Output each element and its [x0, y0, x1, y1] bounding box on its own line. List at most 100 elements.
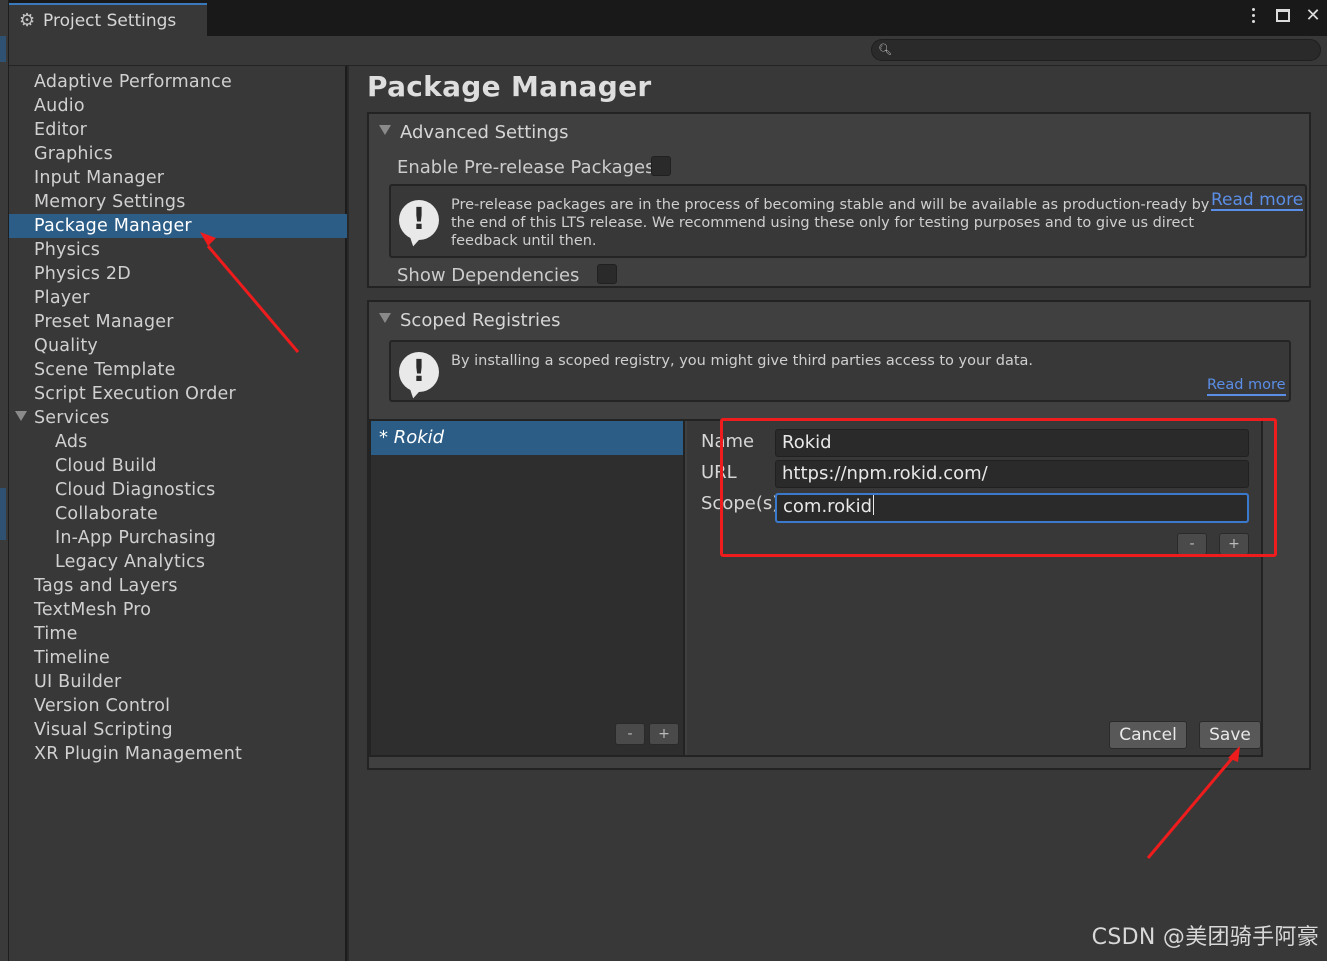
sidebar-item-editor[interactable]: Editor: [9, 118, 347, 142]
sidebar-item-label: Cloud Diagnostics: [55, 480, 216, 500]
sidebar-item-textmesh-pro[interactable]: TextMesh Pro: [9, 598, 347, 622]
url-label: URL: [701, 462, 737, 483]
sidebar-item-label: Timeline: [34, 648, 111, 668]
page-title: Package Manager: [367, 70, 652, 103]
sidebar-item-label: Editor: [34, 120, 87, 140]
prerelease-label: Enable Pre-release Packages: [397, 157, 655, 178]
sidebar-item-visual-scripting[interactable]: Visual Scripting: [9, 718, 347, 742]
project-settings-tab[interactable]: ⚙ Project Settings: [9, 3, 207, 36]
read-more-link[interactable]: Read more: [1211, 191, 1304, 211]
text-caret: [873, 495, 875, 515]
warning-icon: !: [399, 352, 439, 392]
sidebar-item-input-manager[interactable]: Input Manager: [9, 166, 347, 190]
sidebar-item-player[interactable]: Player: [9, 286, 347, 310]
show-dependencies-checkbox[interactable]: [597, 264, 617, 284]
add-registry-button[interactable]: +: [649, 723, 679, 745]
sidebar-item-label: Collaborate: [55, 504, 158, 524]
foldout-arrow-icon[interactable]: [15, 411, 27, 421]
sidebar-item-quality[interactable]: Quality: [9, 334, 347, 358]
title-bar: ⚙ Project Settings ✕: [9, 0, 1327, 36]
sidebar-item-physics[interactable]: Physics: [9, 238, 347, 262]
sidebar-item-legacy-analytics[interactable]: Legacy Analytics: [9, 550, 347, 574]
remove-registry-button[interactable]: -: [615, 723, 645, 745]
sidebar-item-label: Input Manager: [34, 168, 165, 188]
sidebar-item-in-app-purchasing[interactable]: In-App Purchasing: [9, 526, 347, 550]
sidebar-item-graphics[interactable]: Graphics: [9, 142, 347, 166]
sidebar-item-label: In-App Purchasing: [55, 528, 217, 548]
advanced-settings-panel: Advanced Settings Enable Pre-release Pac…: [367, 112, 1311, 288]
sidebar-item-label: Quality: [34, 336, 98, 356]
sidebar-item-cloud-build[interactable]: Cloud Build: [9, 454, 347, 478]
sidebar-item-package-manager[interactable]: Package Manager: [9, 214, 347, 238]
sidebar-item-physics-2d[interactable]: Physics 2D: [9, 262, 347, 286]
registry-details: Name Rokid URL https://npm.rokid.com/ Sc…: [687, 421, 1261, 755]
sidebar-item-label: Services: [34, 408, 110, 428]
watermark: CSDN @美团骑手阿豪: [1091, 925, 1319, 950]
sidebar-item-label: Cloud Build: [55, 456, 157, 476]
close-icon[interactable]: ✕: [1305, 5, 1321, 26]
save-button[interactable]: Save: [1199, 721, 1261, 749]
background-window-edge: [0, 0, 9, 961]
name-field[interactable]: Rokid: [775, 429, 1249, 457]
sidebar-item-timeline[interactable]: Timeline: [9, 646, 347, 670]
scope-field[interactable]: com.rokid: [775, 493, 1249, 523]
sidebar-item-label: Adaptive Performance: [34, 72, 232, 92]
settings-sidebar: Adaptive Performance Audio Editor Graphics I…: [9, 66, 347, 961]
advanced-settings-foldout[interactable]: Advanced Settings: [379, 122, 568, 143]
registry-list-item[interactable]: * Rokid: [371, 421, 683, 455]
scoped-help-box: ! By installing a scoped registry, you m…: [389, 340, 1291, 402]
read-more-link[interactable]: Read more: [1207, 376, 1286, 396]
gear-icon: ⚙: [19, 9, 36, 31]
more-options-icon[interactable]: [1245, 6, 1261, 24]
sidebar-item-version-control[interactable]: Version Control: [9, 694, 347, 718]
sidebar-item-label: Preset Manager: [34, 312, 174, 332]
search-field[interactable]: 🔍︎: [871, 39, 1321, 61]
maximize-icon[interactable]: [1275, 6, 1291, 24]
toolbar: 🔍︎: [9, 36, 1327, 66]
sidebar-item-time[interactable]: Time: [9, 622, 347, 646]
prerelease-checkbox[interactable]: [651, 156, 671, 176]
prerelease-help-box: ! Pre-release packages are in the proces…: [389, 184, 1307, 258]
sidebar-item-services[interactable]: Services: [9, 406, 347, 430]
sidebar-item-ads[interactable]: Ads: [9, 430, 347, 454]
sidebar-item-label: Scene Template: [34, 360, 176, 380]
sidebar-item-label: XR Plugin Management: [34, 744, 243, 764]
advanced-settings-header: Advanced Settings: [400, 122, 569, 143]
scoped-registries-header: Scoped Registries: [400, 310, 561, 331]
sidebar-item-label: Ads: [55, 432, 88, 452]
scope-label: Scope(s): [701, 493, 780, 514]
sidebar-item-memory-settings[interactable]: Memory Settings: [9, 190, 347, 214]
name-label: Name: [701, 431, 755, 452]
sidebar-item-xr-plugin-management[interactable]: XR Plugin Management: [9, 742, 347, 766]
show-dependencies-label: Show Dependencies: [397, 265, 580, 286]
sidebar-item-label: Tags and Layers: [34, 576, 178, 596]
sidebar-item-label: Player: [34, 288, 90, 308]
sidebar-item-label: Time: [34, 624, 78, 644]
sidebar-item-cloud-diagnostics[interactable]: Cloud Diagnostics: [9, 478, 347, 502]
edge-highlight: [0, 36, 6, 62]
foldout-arrow-icon: [379, 125, 391, 135]
scoped-registries-foldout[interactable]: Scoped Registries: [379, 310, 560, 331]
sidebar-item-label: Legacy Analytics: [55, 552, 206, 572]
sidebar-item-label: Audio: [34, 96, 85, 116]
scope-value: com.rokid: [783, 496, 873, 517]
sidebar-item-ui-builder[interactable]: UI Builder: [9, 670, 347, 694]
sidebar-item-label: UI Builder: [34, 672, 122, 692]
sidebar-item-label: Version Control: [34, 696, 171, 716]
tab-title: Project Settings: [43, 10, 177, 31]
sidebar-item-label: TextMesh Pro: [34, 600, 152, 620]
sidebar-item-label: Physics 2D: [34, 264, 131, 284]
sidebar-item-preset-manager[interactable]: Preset Manager: [9, 310, 347, 334]
sidebar-item-scene-template[interactable]: Scene Template: [9, 358, 347, 382]
sidebar-item-audio[interactable]: Audio: [9, 94, 347, 118]
sidebar-item-script-execution-order[interactable]: Script Execution Order: [9, 382, 347, 406]
cancel-button[interactable]: Cancel: [1109, 721, 1187, 749]
sidebar-item-collaborate[interactable]: Collaborate: [9, 502, 347, 526]
url-field[interactable]: https://npm.rokid.com/: [775, 460, 1249, 488]
help-line: Pre-release packages are in the process …: [451, 197, 1210, 213]
sidebar-item-adaptive-performance[interactable]: Adaptive Performance: [9, 70, 347, 94]
add-scope-button[interactable]: +: [1219, 533, 1249, 555]
sidebar-item-label: Script Execution Order: [34, 384, 236, 404]
sidebar-item-tags-and-layers[interactable]: Tags and Layers: [9, 574, 347, 598]
remove-scope-button[interactable]: -: [1177, 533, 1207, 555]
